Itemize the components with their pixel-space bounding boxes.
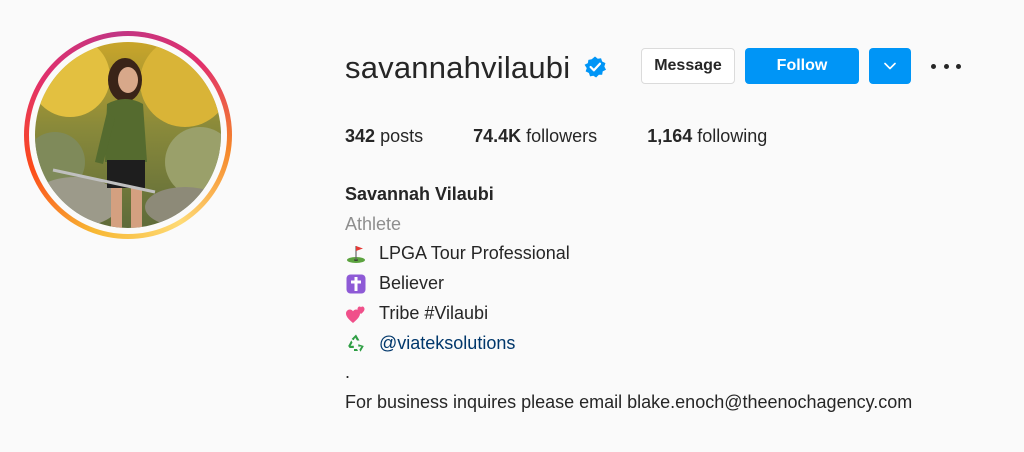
full-name: Savannah Vilaubi [345, 184, 494, 204]
message-button[interactable]: Message [641, 48, 735, 84]
chevron-down-icon [884, 62, 896, 70]
stat-value: 342 [345, 126, 376, 146]
dot-icon [943, 63, 949, 69]
cross-icon [345, 273, 367, 295]
golf-flag-icon [345, 243, 367, 265]
username: savannahvilaubi [345, 50, 571, 85]
bio-line: @viateksolutions [345, 329, 1005, 359]
profile-stats: 342 posts 74.4K followers 1,164 followin… [345, 124, 817, 148]
bio-text: Believer [379, 273, 445, 294]
suggested-dropdown-button[interactable] [869, 48, 911, 84]
avatar[interactable] [35, 42, 221, 228]
bio-line: LPGA Tour Professional [345, 239, 1005, 269]
profile-bio: Savannah Vilaubi Athlete LPGA Tour Profe… [345, 180, 1005, 418]
follow-button[interactable]: Follow [745, 48, 859, 84]
bio-text: Tribe #Vilaubi [379, 302, 489, 323]
recycle-icon [345, 332, 367, 354]
stat-following[interactable]: 1,164 following [647, 124, 767, 148]
story-ring[interactable] [24, 31, 232, 239]
stat-value: 74.4K [473, 126, 522, 146]
more-options-button[interactable] [931, 57, 961, 75]
stat-value: 1,164 [647, 126, 693, 146]
dot-icon [931, 63, 936, 69]
stat-label: following [697, 126, 768, 146]
bio-dot: . [345, 362, 351, 383]
stat-posts: 342 posts [345, 124, 423, 148]
two-hearts-icon [345, 303, 367, 325]
verified-badge-icon [584, 56, 606, 78]
stat-followers[interactable]: 74.4K followers [473, 124, 597, 148]
category: Athlete [345, 213, 402, 234]
business-contact: For business inquires please email blake… [345, 391, 913, 412]
avatar-photo [35, 42, 221, 228]
bio-text: LPGA Tour Professional [379, 243, 570, 264]
stat-label: posts [380, 126, 424, 146]
mention-link[interactable]: @viateksolutions [379, 329, 515, 359]
stat-label: followers [526, 126, 598, 146]
bio-line: Tribe #Vilaubi [345, 299, 1005, 329]
dot-icon [956, 63, 961, 69]
bio-line: Believer [345, 269, 1005, 299]
